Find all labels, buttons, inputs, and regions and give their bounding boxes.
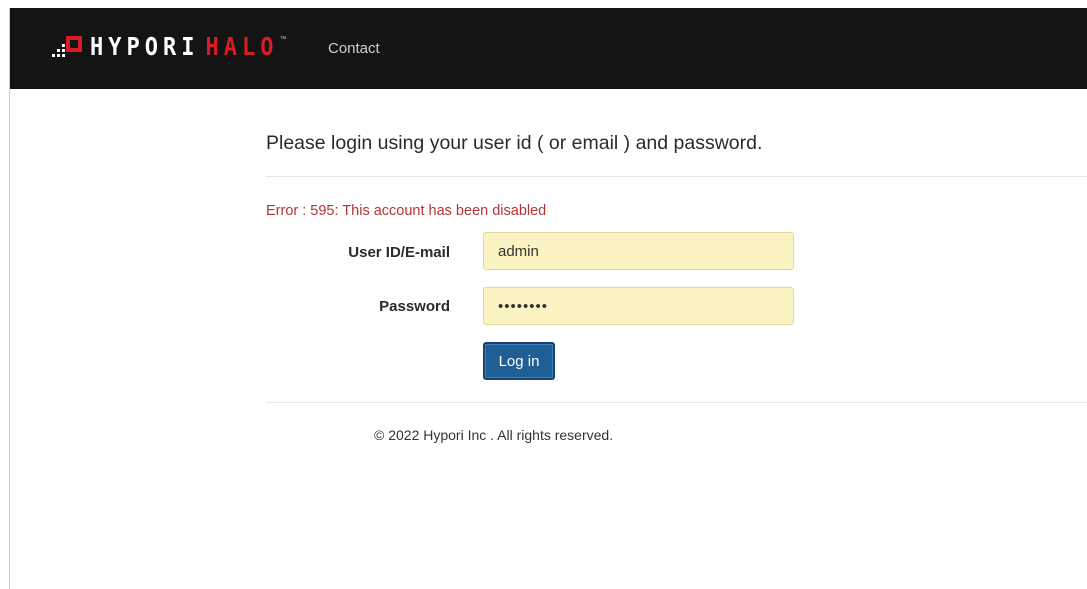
top-navbar: HYPORI HALO ™ Contact <box>10 8 1087 89</box>
page-title: Please login using your user id ( or ema… <box>266 132 763 154</box>
logo-trademark: ™ <box>279 36 287 43</box>
password-label: Password <box>379 298 450 315</box>
hypori-halo-logo[interactable]: HYPORI HALO ™ <box>52 32 286 62</box>
nav-contact-link[interactable]: Contact <box>328 40 380 57</box>
user-id-label: User ID/E-mail <box>348 244 450 261</box>
divider-bottom <box>266 402 1087 403</box>
user-id-input[interactable] <box>483 232 794 270</box>
divider-top <box>266 176 1087 177</box>
password-input[interactable] <box>483 287 794 325</box>
logo-blocks-icon <box>52 36 82 57</box>
logo-word-hypori: HYPORI <box>90 32 200 62</box>
login-button[interactable]: Log in <box>483 342 555 380</box>
error-message: Error : 595: This account has been disab… <box>266 203 547 219</box>
logo-word-halo: HALO <box>205 32 279 62</box>
footer-copyright: © 2022 Hypori Inc . All rights reserved. <box>374 427 614 443</box>
